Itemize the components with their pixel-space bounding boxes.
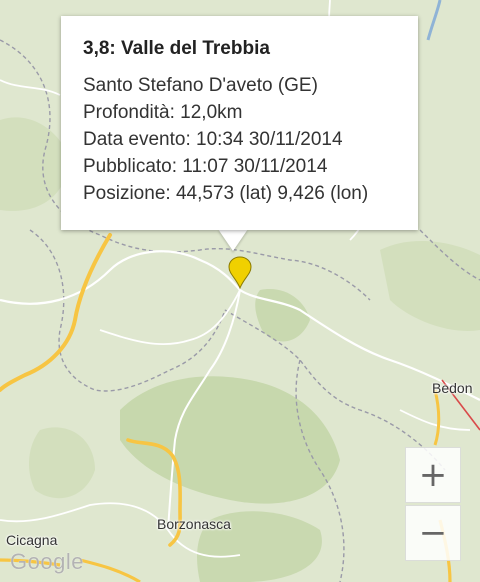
google-logo: Google bbox=[10, 549, 84, 574]
place-label-cicagna: Cicagna bbox=[6, 532, 58, 548]
event-location: Santo Stefano D'aveto (GE) bbox=[83, 75, 318, 96]
zoom-in-button[interactable]: + bbox=[405, 447, 461, 503]
event-position: Posizione: 44,573 (lat) 9,426 (lon) bbox=[83, 183, 369, 204]
zoom-out-button[interactable]: − bbox=[405, 505, 461, 561]
minus-icon: − bbox=[418, 513, 448, 553]
popup-tail bbox=[218, 229, 248, 251]
event-title: 3,8: Valle del Trebbia bbox=[83, 38, 270, 59]
event-date: Data evento: 10:34 30/11/2014 bbox=[83, 129, 343, 150]
info-window: 3,8: Valle del Trebbia Santo Stefano D'a… bbox=[61, 16, 418, 230]
plus-icon: + bbox=[418, 455, 448, 495]
event-published: Pubblicato: 11:07 30/11/2014 bbox=[83, 156, 328, 177]
place-label-borzonasca: Borzonasca bbox=[157, 516, 231, 532]
event-depth: Profondità: 12,0km bbox=[83, 102, 243, 123]
place-label-bedonia: Bedon bbox=[432, 380, 473, 396]
